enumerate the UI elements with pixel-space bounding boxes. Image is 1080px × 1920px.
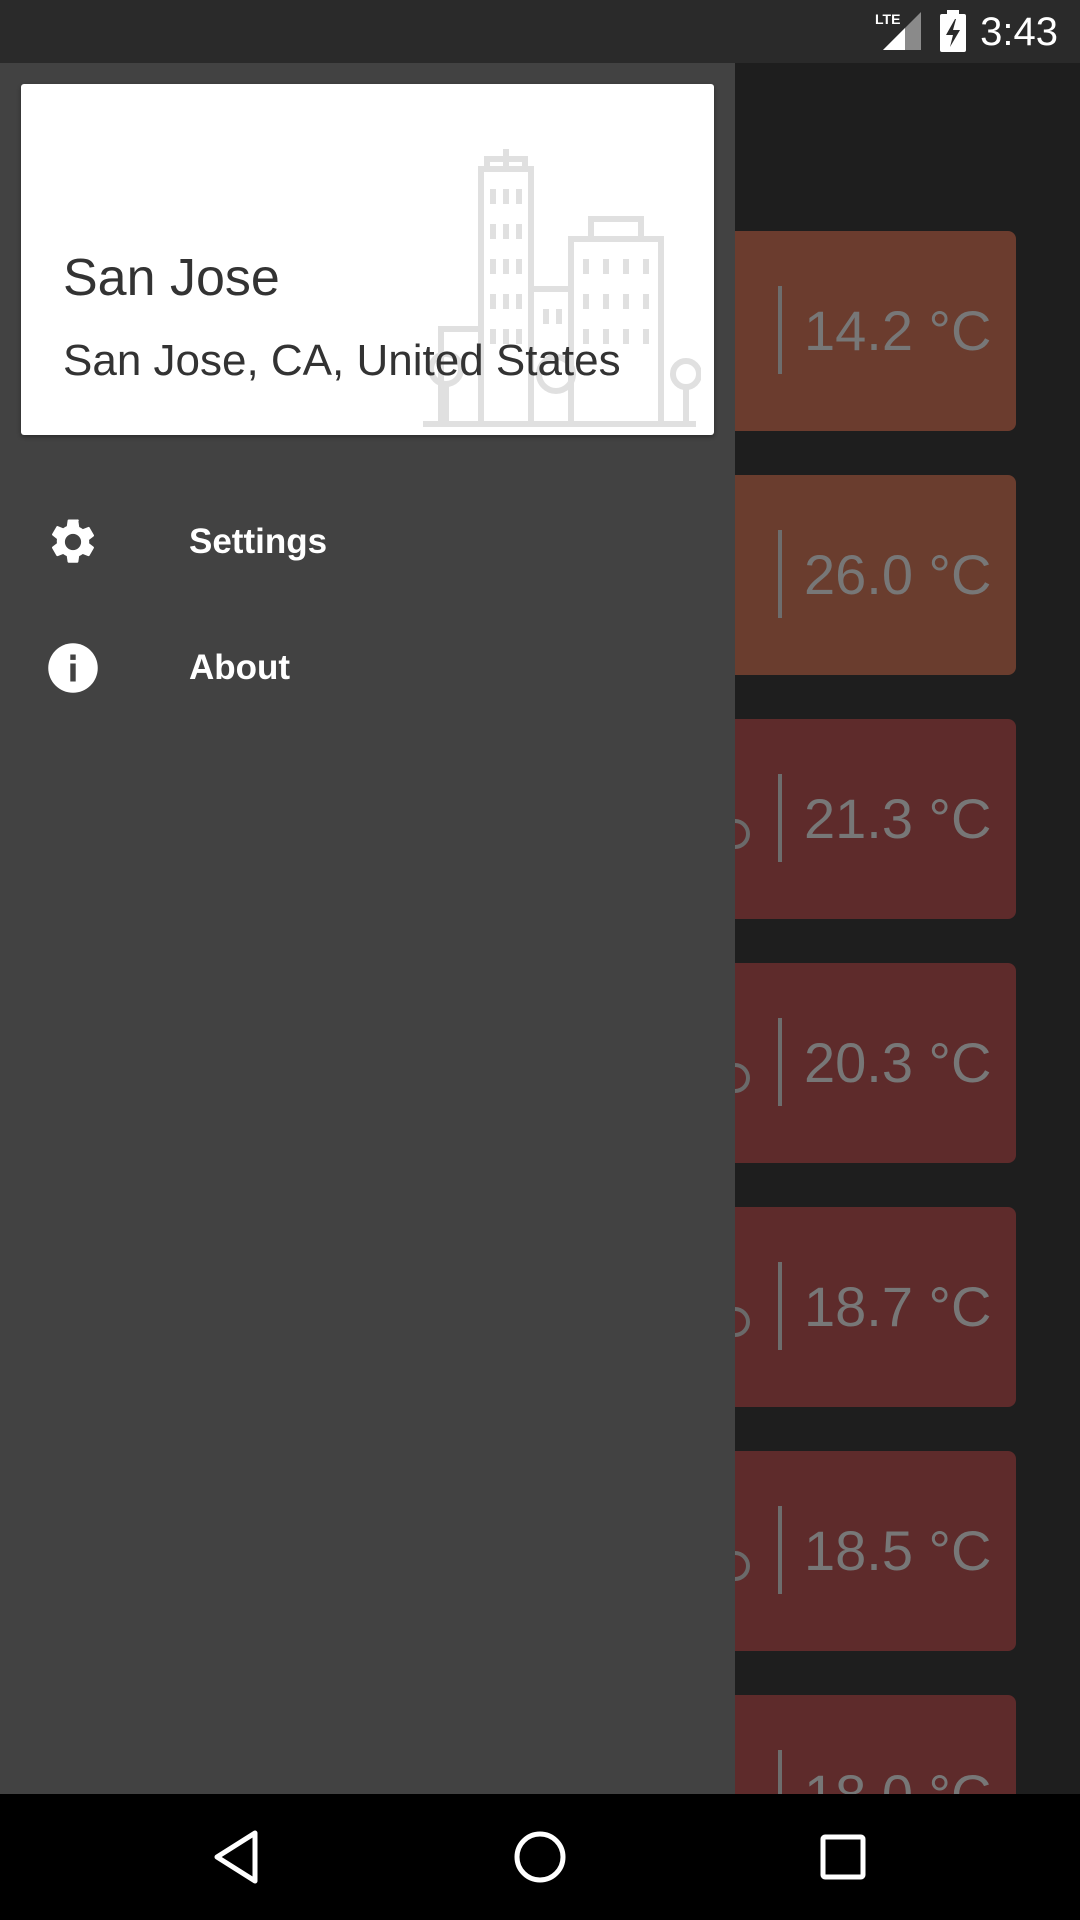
svg-text:LTE: LTE bbox=[875, 11, 900, 27]
card-temperature: 26.0 °C bbox=[804, 543, 992, 606]
card-divider bbox=[778, 530, 782, 618]
card-divider bbox=[778, 1750, 782, 1794]
card-temperature: 18.7 °C bbox=[804, 1275, 992, 1338]
status-bar: LTE 3:43 bbox=[0, 0, 1080, 63]
card-divider bbox=[778, 1018, 782, 1106]
menu-item-label: Settings bbox=[189, 522, 328, 561]
home-icon[interactable] bbox=[510, 1827, 570, 1887]
card-divider bbox=[778, 286, 782, 374]
card-divider bbox=[778, 1506, 782, 1594]
menu-item-about[interactable]: About bbox=[0, 613, 735, 723]
gear-icon bbox=[51, 519, 95, 563]
card-temperature: 21.3 °C bbox=[804, 787, 992, 850]
card-divider bbox=[778, 774, 782, 862]
card-divider bbox=[778, 1262, 782, 1350]
lte-signal-icon: LTE bbox=[875, 11, 921, 50]
menu-item-label: About bbox=[189, 648, 291, 687]
back-icon[interactable] bbox=[207, 1827, 267, 1887]
navigation-drawer: San Jose San Jose, CA, United States Set… bbox=[0, 63, 735, 1794]
city-name: San Jose bbox=[63, 249, 280, 307]
card-temperature: 14.2 °C bbox=[804, 299, 992, 362]
card-temperature: 18.0 °C bbox=[804, 1765, 991, 1795]
battery-charging-icon bbox=[940, 10, 966, 52]
card-temperature: 18.5 °C bbox=[804, 1519, 992, 1582]
recents-icon[interactable] bbox=[813, 1827, 873, 1887]
system-nav-bar bbox=[0, 1794, 1080, 1920]
drawer-header: San Jose San Jose, CA, United States bbox=[21, 84, 714, 435]
status-time: 3:43 bbox=[980, 10, 1058, 54]
info-icon bbox=[48, 643, 98, 693]
menu-item-settings[interactable]: Settings bbox=[0, 487, 735, 597]
card-temperature: 20.3 °C bbox=[804, 1031, 992, 1094]
city-location: San Jose, CA, United States bbox=[63, 336, 621, 385]
